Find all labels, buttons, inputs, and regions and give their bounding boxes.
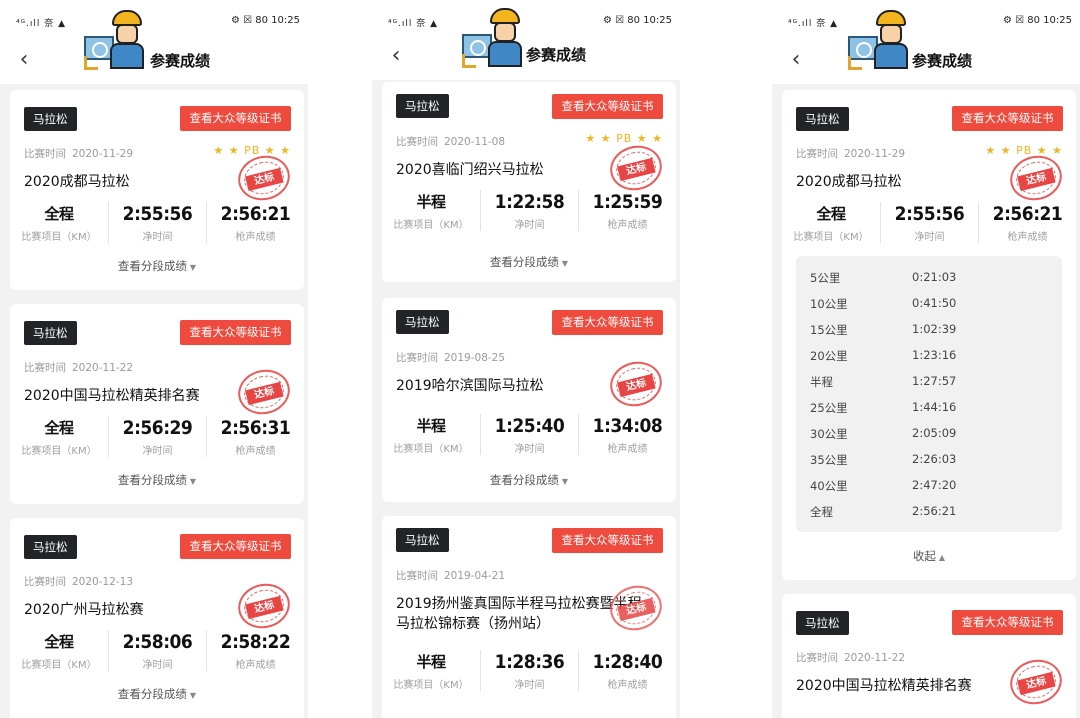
caret-down-icon: ▼ (189, 263, 197, 272)
result-card-expanded: 马拉松 查看大众等级证书 比赛时间 2020-11-29 ★ ★ PB ★ ★ 2… (782, 90, 1076, 580)
result-card: 马拉松 查看大众等级证书 比赛时间 2020-11-08 ★ ★ PB ★ ★ 2… (382, 82, 676, 282)
qualified-stamp-icon: 达标 (605, 356, 667, 412)
result-card: 马拉松 查看大众等级证书 比赛时间 2020-12-13 2020广州马拉松赛 达… (10, 518, 304, 718)
page-title: 参赛成绩 (912, 52, 973, 70)
net-time: 2:55:56 (122, 203, 193, 225)
status-right: ⚙ ☒ 80 10:25 (230, 15, 300, 26)
split-row: 20公里 1:23:16 (810, 348, 957, 363)
pb-badge: ★ ★ PB ★ ★ (213, 144, 291, 157)
split-row: 40公里 2:47:20 (810, 478, 957, 493)
race-name: 2020成都马拉松 (24, 174, 130, 190)
split-row: 15公里 1:02:39 (810, 322, 957, 337)
view-certificate-button[interactable]: 查看大众等级证书 (952, 106, 1063, 131)
result-card: 马拉松 查看大众等级证书 比赛时间 2019-04-21 2019扬州鉴真国际半程… (382, 516, 676, 718)
event-type-tag: 马拉松 (24, 107, 77, 131)
race-date: 比赛时间 2020-11-22 (24, 362, 134, 374)
signal-indicators: ⁴ᴳ.ıll 奈 ▲ (16, 19, 67, 29)
phone-screen-2: ⁴ᴳ.ıll 奈 ▲ ⚙ ☒ 80 10:25 ‹ 参赛成绩 马拉松 查看大众等… (372, 0, 680, 718)
caret-down-icon: ▼ (189, 477, 197, 486)
view-splits-link[interactable]: 查看分段成绩 ▼ (382, 472, 676, 488)
result-card: 马拉松 查看大众等级证书 比赛时间 2019-08-25 2019哈尔滨国际马拉松… (382, 298, 676, 502)
split-row: 半程 1:27:57 (810, 374, 957, 389)
split-row: 全程 2:56:21 (810, 504, 957, 519)
split-row: 25公里 1:44:16 (810, 400, 957, 415)
qualified-stamp-icon: 达标 (605, 140, 667, 196)
event-type-tag: 马拉松 (24, 535, 77, 559)
pb-badge: ★ ★ PB ★ ★ (985, 144, 1063, 157)
page-title: 参赛成绩 (150, 52, 211, 70)
event-distance: 全程 (44, 205, 74, 223)
qualified-stamp-icon: 达标 (233, 578, 295, 634)
phone-screen-1: ⁴ᴳ.ıll 奈 ▲ ⚙ ☒ 80 10:25 ‹ 参赛成绩 马拉松 查看大众等… (0, 0, 308, 718)
view-certificate-button[interactable]: 查看大众等级证书 (552, 94, 663, 119)
collapse-splits-link[interactable]: 收起 ▲ (782, 548, 1076, 564)
qualified-stamp-icon: 达标 (233, 364, 295, 420)
race-name: 2020中国马拉松精英排名赛 (24, 388, 200, 404)
split-row: 10公里 0:41:50 (810, 296, 957, 311)
caret-down-icon: ▼ (561, 259, 569, 268)
mascot-worker-icon (848, 10, 914, 72)
view-certificate-button[interactable]: 查看大众等级证书 (952, 610, 1063, 635)
event-type-tag: 马拉松 (24, 321, 77, 345)
race-name: 2020广州马拉松赛 (24, 602, 144, 618)
caret-down-icon: ▼ (189, 691, 197, 700)
qualified-stamp-icon: 达标 (1005, 654, 1067, 710)
status-bar: ⁴ᴳ.ıll 奈 ▲ ⚙ ☒ 80 10:25 (772, 0, 1080, 44)
race-date: 比赛时间 2020-12-13 (24, 576, 134, 588)
view-splits-link[interactable]: 查看分段成绩 ▼ (10, 472, 304, 488)
mascot-worker-icon (462, 8, 528, 70)
view-certificate-button[interactable]: 查看大众等级证书 (552, 310, 663, 335)
status-bar: ⁴ᴳ.ıll 奈 ▲ ⚙ ☒ 80 10:25 (0, 0, 308, 44)
chevron-left-icon[interactable]: ‹ (384, 42, 408, 70)
result-stats: 全程 比赛项目（KM） 2:55:56 净时间 2:56:21 枪声成绩 (10, 202, 304, 246)
view-splits-link[interactable]: 查看分段成绩 ▼ (10, 686, 304, 702)
result-stats: 全程 比赛项目（KM） 2:58:06 净时间 2:58:22 枪声成绩 (10, 630, 304, 674)
split-row: 30公里 2:05:09 (810, 426, 957, 441)
view-certificate-button[interactable]: 查看大众等级证书 (552, 528, 663, 553)
gun-time: 2:56:21 (220, 203, 291, 225)
result-card: 马拉松 查看大众等级证书 比赛时间 2020-11-29 ★ ★ PB ★ ★ 2… (10, 90, 304, 290)
split-row: 35公里 2:26:03 (810, 452, 957, 467)
nav-bar: ‹ 参赛成绩 (0, 44, 308, 84)
qualified-stamp-icon: 达标 (1005, 150, 1067, 206)
caret-up-icon: ▲ (938, 553, 946, 562)
qualified-stamp-icon: 达标 (233, 150, 295, 206)
pb-badge: ★ ★ PB ★ ★ (585, 132, 663, 145)
caret-down-icon: ▼ (561, 477, 569, 486)
mascot-worker-icon (84, 10, 150, 72)
view-splits-link[interactable]: 查看分段成绩 ▼ (382, 254, 676, 270)
race-date: 比赛时间 2020-11-29 (24, 148, 134, 160)
page-title: 参赛成绩 (526, 46, 587, 64)
view-certificate-button[interactable]: 查看大众等级证书 (180, 106, 291, 131)
chevron-left-icon[interactable]: ‹ (12, 46, 36, 74)
result-card: 马拉松 查看大众等级证书 比赛时间 2020-11-22 2020中国马拉松精英排… (10, 304, 304, 504)
result-stats: 全程 比赛项目（KM） 2:56:29 净时间 2:56:31 枪声成绩 (10, 416, 304, 460)
chevron-left-icon[interactable]: ‹ (784, 46, 808, 74)
view-certificate-button[interactable]: 查看大众等级证书 (180, 534, 291, 559)
splits-table: 5公里 0:21:03 10公里 0:41:50 15公里 1:02:39 20公里 1… (796, 256, 1062, 532)
view-splits-link[interactable]: 查看分段成绩 ▼ (10, 258, 304, 274)
result-card: 马拉松 查看大众等级证书 比赛时间 2020-11-22 2020中国马拉松精英排… (782, 594, 1076, 718)
nav-bar: ‹ 参赛成绩 (772, 44, 1080, 84)
view-certificate-button[interactable]: 查看大众等级证书 (180, 320, 291, 345)
split-row: 5公里 0:21:03 (810, 270, 957, 285)
phone-screen-3: ⁴ᴳ.ıll 奈 ▲ ⚙ ☒ 80 10:25 ‹ 参赛成绩 马拉松 查看大众等… (772, 0, 1080, 718)
